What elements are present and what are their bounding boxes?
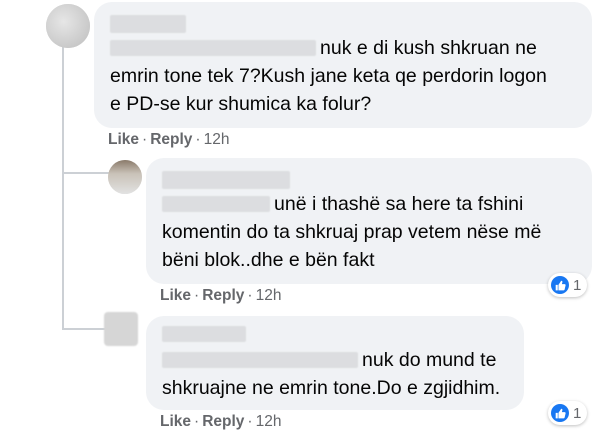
redacted-author-name: [110, 15, 186, 33]
comment-actions: Like · Reply · 12h: [160, 287, 281, 305]
like-link[interactable]: Like: [160, 287, 191, 304]
timestamp[interactable]: 12h: [204, 131, 230, 148]
separator: ·: [247, 413, 253, 430]
separator: ·: [247, 287, 253, 304]
thread-line-branch-2: [62, 328, 106, 330]
separator: ·: [142, 131, 148, 148]
reaction-count: 1: [573, 276, 582, 294]
like-icon: [551, 276, 569, 294]
reaction-badge[interactable]: 1: [548, 401, 588, 425]
comment-actions: Like · Reply · 12h: [108, 131, 229, 149]
redacted-text: [110, 40, 316, 56]
like-link[interactable]: Like: [108, 131, 139, 148]
comment-text-line: bëni blok..dhe e bën fakt: [162, 249, 375, 271]
comment-text-line: unë i thashë sa here ta fshini: [274, 193, 524, 215]
separator: ·: [194, 287, 200, 304]
redacted-author-name: [162, 326, 246, 342]
comment-text-line: nuk do mund te: [362, 349, 497, 371]
redacted-text: [162, 196, 270, 212]
timestamp[interactable]: 12h: [256, 287, 282, 304]
comment-actions: Like · Reply · 12h: [160, 413, 281, 431]
comment-text-line: emrin tone tek 7?Kush jane keta qe perdo…: [110, 65, 547, 87]
reply-link[interactable]: Reply: [150, 131, 192, 148]
separator: ·: [195, 131, 201, 148]
avatar[interactable]: [108, 160, 142, 194]
comment-text-line: e PD-se kur shumica ka folur?: [110, 93, 372, 115]
timestamp[interactable]: 12h: [256, 413, 282, 430]
redacted-text: [162, 352, 358, 368]
reaction-count: 1: [573, 404, 582, 422]
comment-text-line: shkruajne ne emrin tone.Do e zgjidhim.: [162, 377, 501, 399]
like-link[interactable]: Like: [160, 413, 191, 430]
separator: ·: [194, 413, 200, 430]
comment-text-line: komentin do ta shkruaj prap vetem nëse m…: [162, 221, 542, 243]
redacted-author-name: [162, 171, 290, 189]
thread-line-vertical: [62, 40, 64, 330]
reaction-badge[interactable]: 1: [548, 273, 588, 297]
comment-text-line: nuk e di kush shkruan ne: [320, 37, 537, 59]
like-icon: [551, 404, 569, 422]
avatar[interactable]: [104, 312, 138, 346]
reply-link[interactable]: Reply: [202, 413, 244, 430]
thread-line-branch-1: [62, 172, 110, 174]
reply-link[interactable]: Reply: [202, 287, 244, 304]
avatar[interactable]: [46, 4, 90, 48]
